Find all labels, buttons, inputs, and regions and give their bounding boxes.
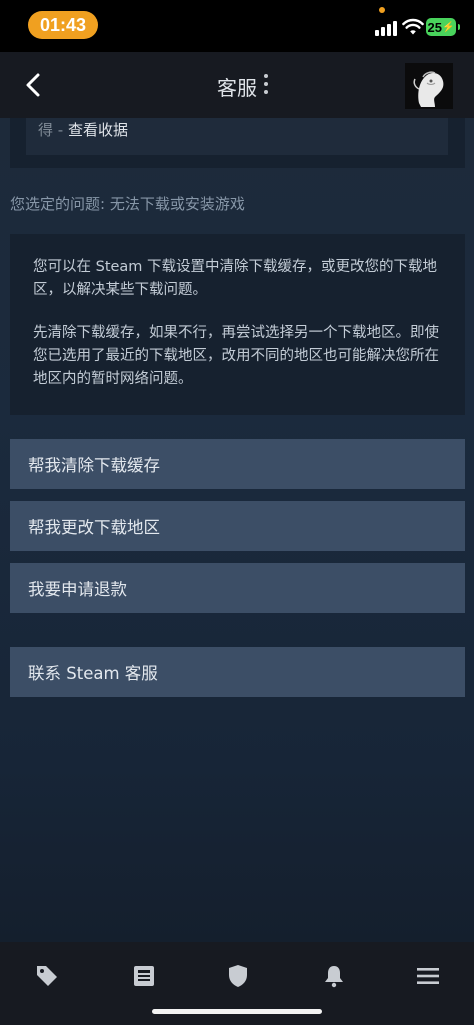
more-options-icon[interactable]	[258, 74, 274, 98]
avatar-image	[405, 63, 453, 109]
bell-icon[interactable]	[321, 963, 347, 989]
view-receipt-link[interactable]: 查看收据	[68, 121, 128, 139]
purchase-prefix: 得 -	[38, 121, 68, 139]
clear-download-cache-button[interactable]: 帮我清除下载缓存	[10, 439, 465, 489]
avatar[interactable]	[405, 63, 453, 109]
news-icon[interactable]	[131, 963, 157, 989]
purchase-receipt-line: 得 - 查看收据	[38, 119, 128, 140]
home-indicator[interactable]	[152, 1009, 322, 1014]
cellular-signal-icon	[375, 20, 397, 36]
help-paragraph-2: 先清除下载缓存，如果不行，再尝试选择另一个下载地区。即使您已选用了最近的下载地区…	[33, 325, 439, 387]
menu-icon[interactable]	[415, 963, 441, 989]
status-bar: 01:43 25 ⚡	[0, 0, 474, 52]
app-header: 客服	[0, 52, 474, 118]
help-paragraph-1: 您可以在 Steam 下载设置中清除下载缓存，或更改您的下载地区，以解决某些下载…	[33, 259, 438, 298]
contact-steam-support-button[interactable]: 联系 Steam 客服	[10, 647, 465, 697]
tag-icon[interactable]	[34, 963, 60, 989]
change-download-region-button[interactable]: 帮我更改下载地区	[10, 501, 465, 551]
battery-indicator: 25 ⚡	[426, 18, 460, 36]
battery-level: 25	[427, 19, 442, 35]
request-refund-button[interactable]: 我要申请退款	[10, 563, 465, 613]
shield-icon[interactable]	[225, 963, 251, 989]
page-title: 客服	[217, 76, 257, 100]
selected-issue-label: 您选定的问题: 无法下载或安装游戏	[10, 195, 245, 213]
privacy-indicator-dot	[379, 7, 385, 13]
status-time: 01:43	[28, 11, 98, 39]
charging-icon: ⚡	[442, 21, 455, 33]
wifi-icon	[402, 18, 424, 35]
